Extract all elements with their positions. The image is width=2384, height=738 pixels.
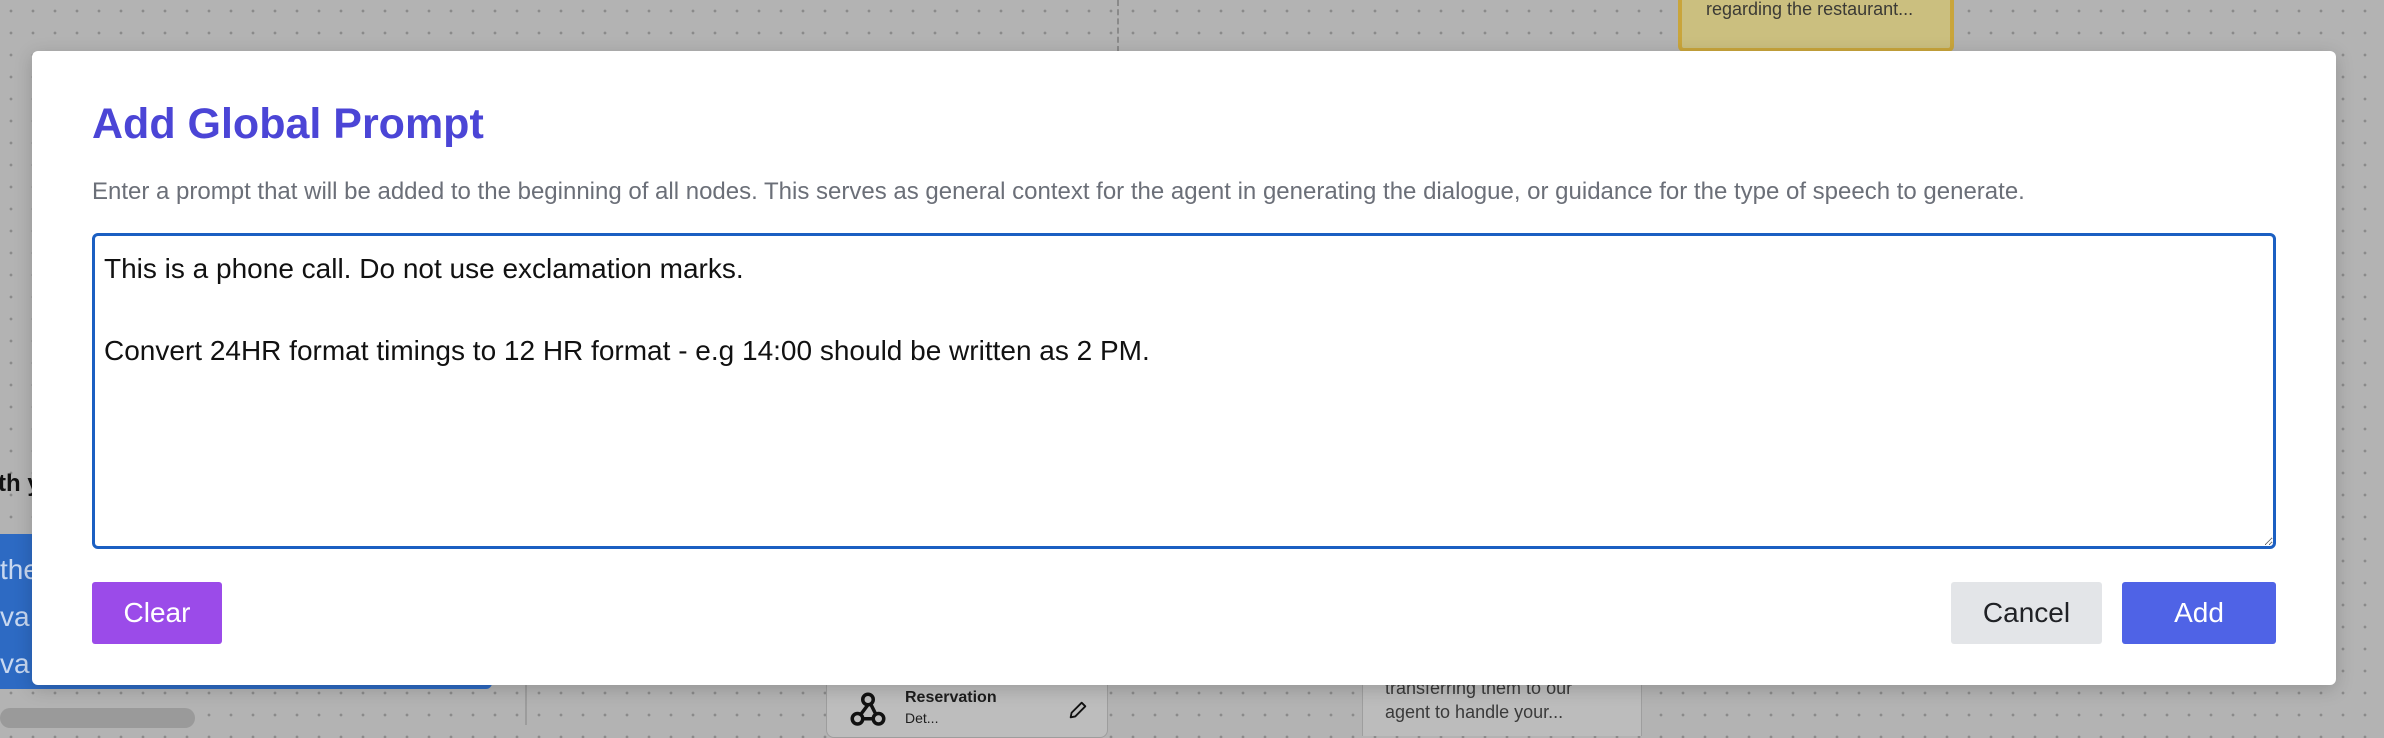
add-global-prompt-dialog: Add Global Prompt Enter a prompt that wi… [32,51,2336,685]
dialog-title: Add Global Prompt [92,100,484,148]
dialog-description: Enter a prompt that will be added to the… [92,178,2025,205]
canvas-connector-dashed [1117,0,1119,52]
webhook-icon [850,692,886,726]
canvas-node-card-text: regarding the restaurant... [1706,0,1914,19]
canvas-node-card[interactable]: transferring them to our agent to handle… [1362,676,1642,736]
global-prompt-textarea[interactable]: This is a phone call. Do not use exclama… [92,233,2276,549]
canvas-webhook-node[interactable]: Reservation Det... [826,676,1108,738]
canvas-node-subtitle: Det... [905,710,939,726]
cancel-button[interactable]: Cancel [1951,582,2102,644]
clear-button[interactable]: Clear [92,582,222,644]
add-button[interactable]: Add [2122,582,2276,644]
canvas-connector-line [525,685,527,725]
canvas-grey-pill [0,708,195,728]
canvas-node-title: Reservation [905,689,997,706]
canvas-node-card-yellow[interactable]: regarding the restaurant... [1678,0,1954,52]
canvas-node-card-line: agent to handle your... [1385,702,1564,722]
